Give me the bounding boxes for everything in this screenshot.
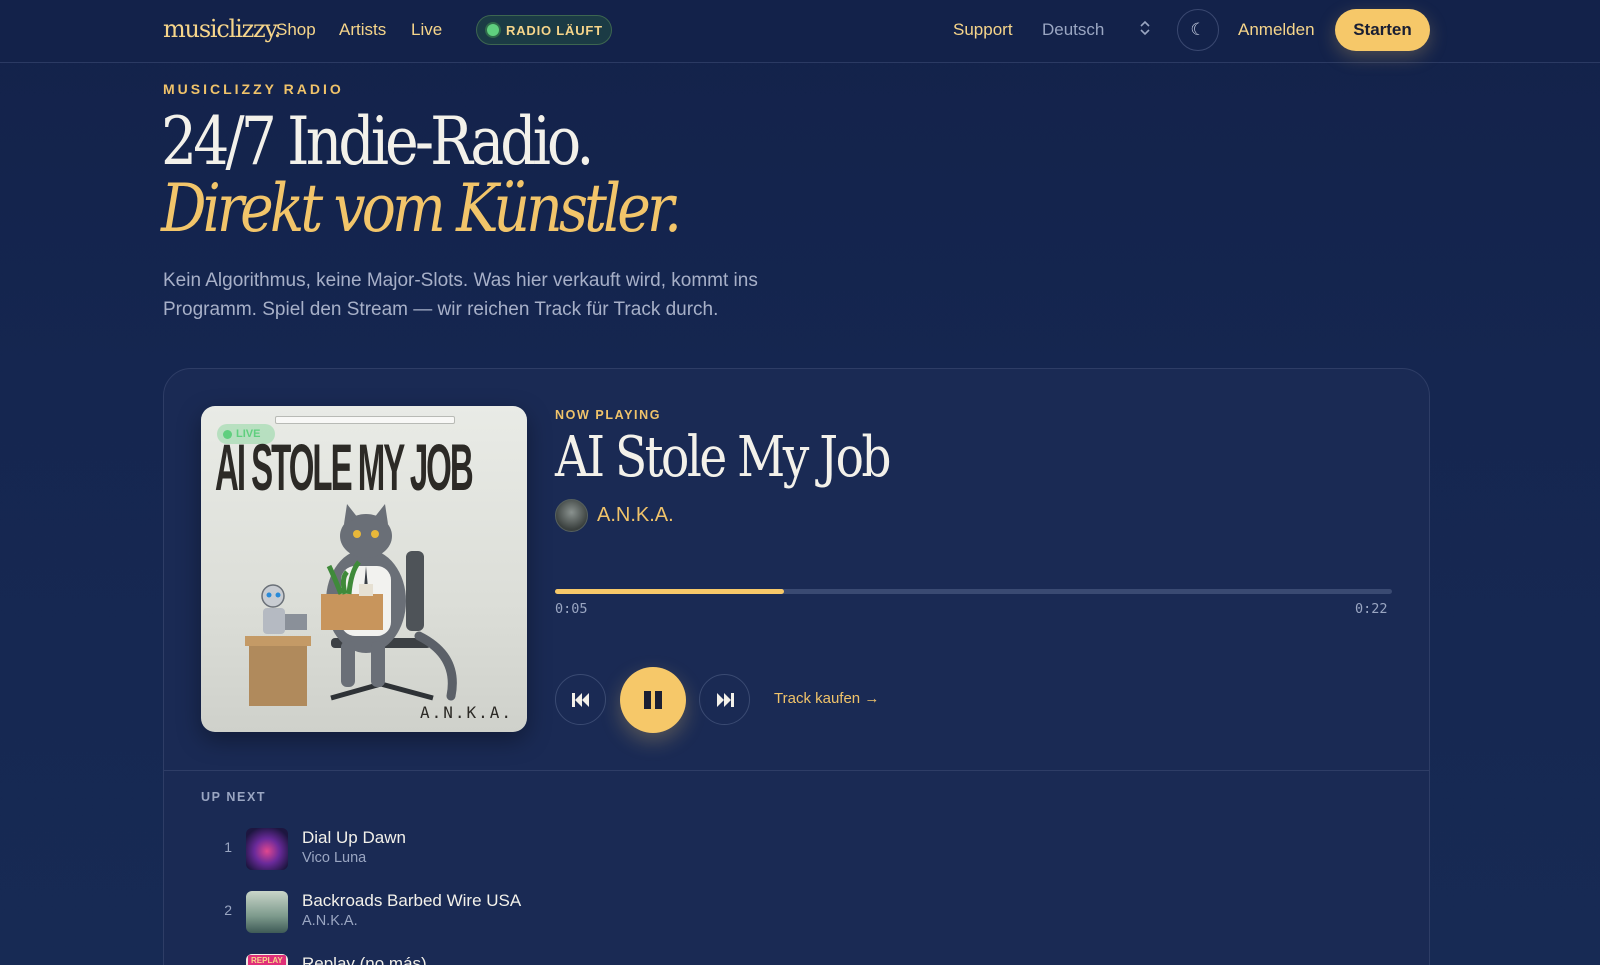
login-link[interactable]: Anmelden <box>1238 20 1315 40</box>
queue-artist: A.N.K.A. <box>302 913 358 929</box>
skip-forward-icon <box>716 692 734 707</box>
queue-artist: Vico Luna <box>302 850 367 866</box>
track-thumbnail <box>246 891 288 933</box>
previous-button[interactable] <box>555 674 606 725</box>
list-item[interactable]: 1 Dial Up Dawn Vico Luna <box>201 826 901 870</box>
nav-shop-link[interactable]: Shop <box>276 20 316 40</box>
hero-title: 24/7 Indie-Radio. <box>161 103 594 180</box>
top-nav: musiclizzy. Shop Artists Live RADIO LÄUF… <box>0 0 1600 63</box>
up-next-label: UP NEXT <box>201 790 267 804</box>
queue-number: 2 <box>224 902 232 918</box>
queue-title: Replay (no más) <box>302 954 427 965</box>
language-select[interactable]: Deutsch <box>1042 20 1104 40</box>
now-playing-label: NOW PLAYING <box>555 408 662 422</box>
chevron-updown-icon[interactable] <box>1140 20 1150 39</box>
time-total: 0:22 <box>1355 601 1388 617</box>
cover-illustration <box>245 504 457 706</box>
avatar[interactable] <box>555 499 588 532</box>
cover-artist: A.N.K.A. <box>419 703 513 722</box>
hero-subtitle: Direkt vom Künstler. <box>161 170 682 247</box>
queue-title: Backroads Barbed Wire USA <box>302 891 522 910</box>
buy-track-link[interactable]: Track kaufen → <box>774 690 879 707</box>
moon-icon: ☾ <box>1190 20 1206 39</box>
list-item[interactable]: 2 Backroads Barbed Wire USA A.N.K.A. <box>201 889 901 933</box>
start-button[interactable]: Starten <box>1335 9 1430 51</box>
pause-icon <box>644 691 662 709</box>
nav-support-link[interactable]: Support <box>953 20 1013 40</box>
track-thumbnail: REPLAY <box>246 954 288 965</box>
artist-name-link[interactable]: A.N.K.A. <box>597 504 674 527</box>
nav-live-link[interactable]: Live <box>411 20 442 40</box>
track-thumbnail <box>246 828 288 870</box>
replay-badge: REPLAY <box>248 955 286 965</box>
queue-title: Dial Up Dawn <box>302 828 406 847</box>
skip-back-icon <box>571 692 589 707</box>
list-item[interactable]: 3 REPLAY Replay (no más) <box>201 952 901 965</box>
logo[interactable]: musiclizzy. <box>163 15 281 43</box>
hero-description: Kein Algorithmus, keine Major-Slots. Was… <box>163 270 758 320</box>
time-current: 0:05 <box>555 601 588 617</box>
queue-number: 1 <box>224 839 232 855</box>
next-button[interactable] <box>699 674 750 725</box>
divider <box>163 770 1430 771</box>
album-cover: LIVE AI STOLE MY JOB A.N.K.A. <box>201 406 527 732</box>
radio-status-text: RADIO LÄUFT <box>506 22 603 38</box>
radio-status-pill[interactable]: RADIO LÄUFT <box>476 15 612 45</box>
progress-bar[interactable] <box>555 589 1392 594</box>
theme-toggle-button[interactable]: ☾ <box>1177 9 1219 51</box>
track-title: AI Stole My Job <box>555 425 891 490</box>
hero-eyebrow: MUSICLIZZY RADIO <box>163 81 344 97</box>
progress-fill <box>555 589 784 594</box>
live-dot-icon <box>487 24 499 36</box>
pause-button[interactable] <box>620 667 686 733</box>
nav-artists-link[interactable]: Artists <box>339 20 386 40</box>
